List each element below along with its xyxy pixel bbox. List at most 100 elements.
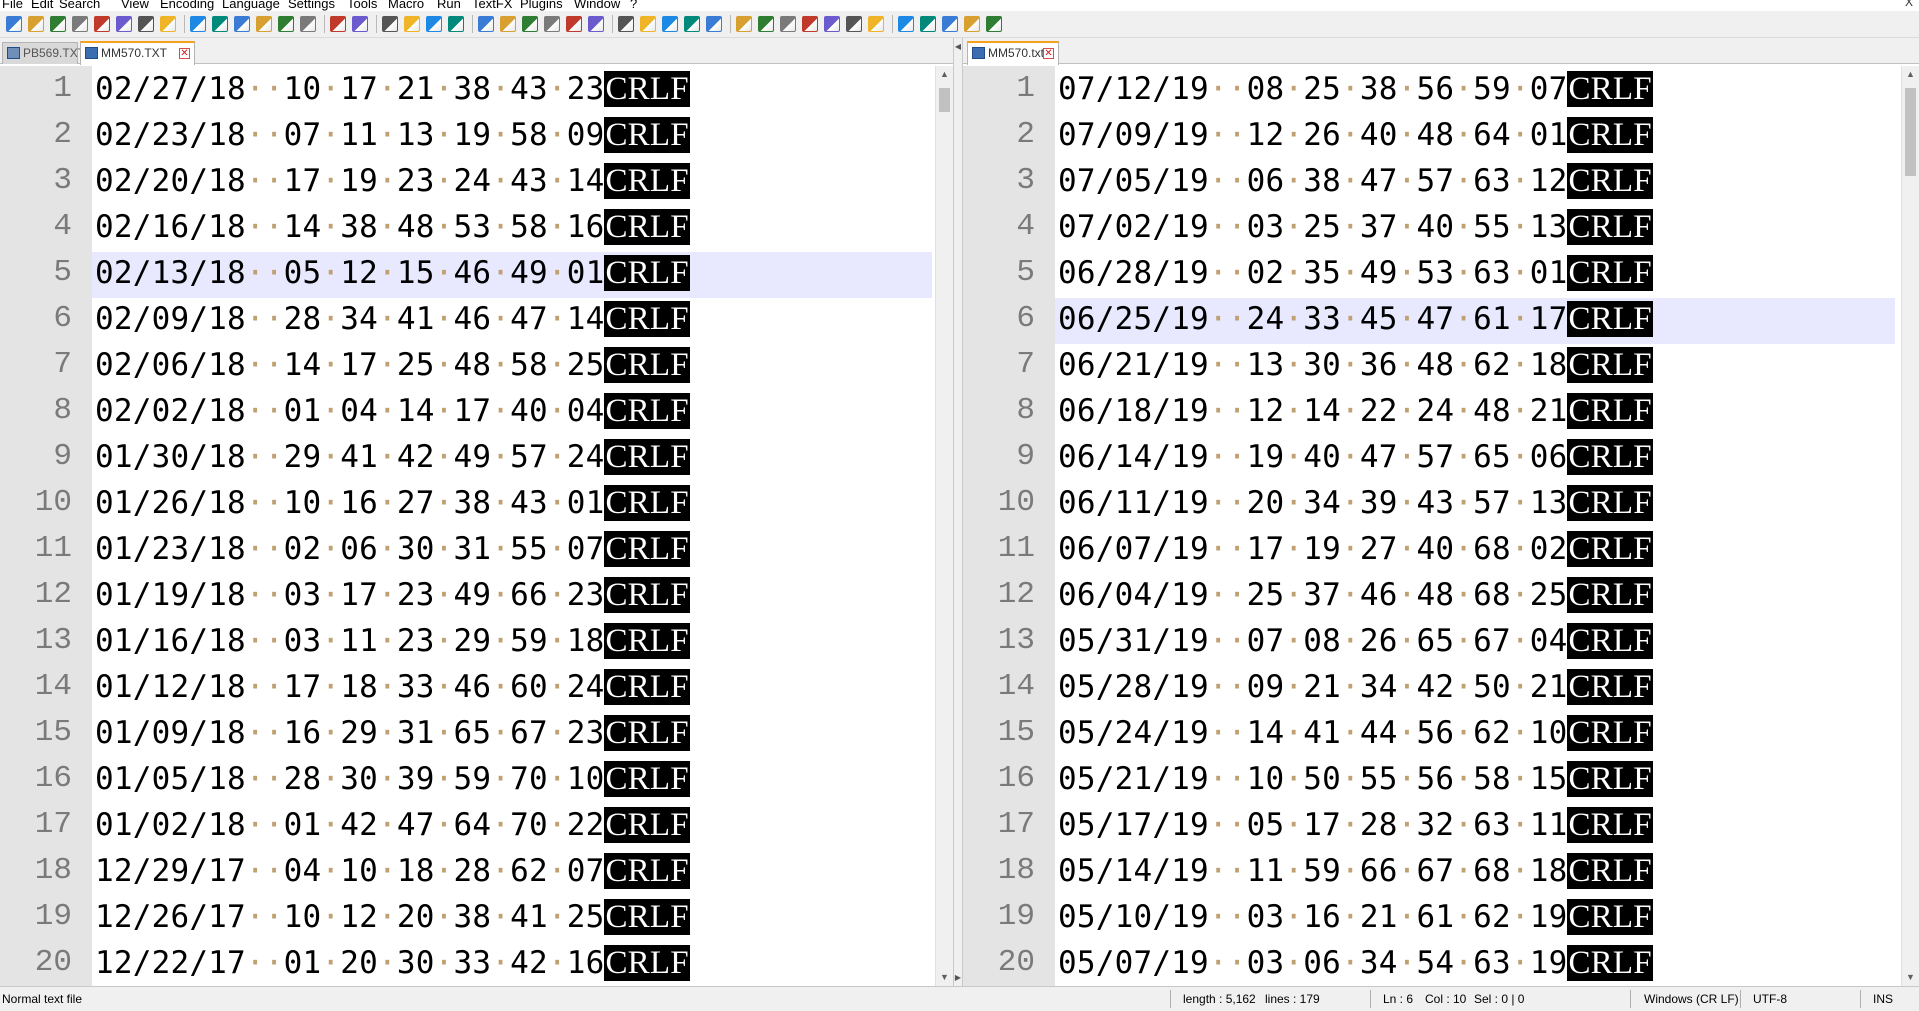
menu-item[interactable]: TextFX: [472, 0, 512, 10]
text-line[interactable]: 14 01/12/18··17·18·33·46·60·24CRLF: [0, 666, 953, 712]
zoom-out-icon[interactable]: [352, 16, 368, 32]
tab-mm570[interactable]: MM570.TXT ✕: [80, 41, 195, 65]
json-viewer-icon[interactable]: [942, 16, 958, 32]
text-line[interactable]: 18 05/14/19··11·59·66·67·68·18CRLF: [963, 850, 1919, 896]
scroll-down-arrow-icon[interactable]: ▼: [1902, 969, 1919, 986]
text-line[interactable]: 13 01/16/18··03·11·23·29·59·18CRLF: [0, 620, 953, 666]
status-encoding[interactable]: UTF-8: [1753, 987, 1787, 1011]
html-tag-icon[interactable]: [920, 16, 936, 32]
save-icon[interactable]: [50, 16, 66, 32]
text-line[interactable]: 9 06/14/19··19·40·47·57·65·06CRLF: [963, 436, 1919, 482]
text-line[interactable]: 10 01/26/18··10·16·27·38·43·01CRLF: [0, 482, 953, 528]
text-line[interactable]: 8 02/02/18··01·04·14·17·40·04CRLF: [0, 390, 953, 436]
left-text-area[interactable]: 1 02/27/18··10·17·21·38·43·23CRLF 2 02/23/1…: [0, 66, 953, 986]
menu-item[interactable]: Window: [574, 0, 620, 10]
text-line[interactable]: 3 02/20/18··17·19·23·24·43·14CRLF: [0, 160, 953, 206]
text-line[interactable]: 2 02/23/18··07·11·13·19·58·09CRLF: [0, 114, 953, 160]
redo-icon[interactable]: [256, 16, 272, 32]
text-line[interactable]: 11 06/07/19··17·19·27·40·68·02CRLF: [963, 528, 1919, 574]
menu-item[interactable]: File: [2, 0, 23, 10]
text-line[interactable]: 9 01/30/18··29·41·42·49·57·24CRLF: [0, 436, 953, 482]
save-all-icon[interactable]: [72, 16, 88, 32]
indent-guide-icon[interactable]: [478, 16, 494, 32]
open-file-icon[interactable]: [28, 16, 44, 32]
text-line[interactable]: 19 05/10/19··03·16·21·61·62·19CRLF: [963, 896, 1919, 942]
function-list-icon[interactable]: [544, 16, 560, 32]
right-vertical-scrollbar[interactable]: ▲ ▼: [1901, 66, 1919, 986]
text-line[interactable]: 7 02/06/18··14·17·25·48·58·25CRLF: [0, 344, 953, 390]
text-line[interactable]: 16 05/21/19··10·50·55·56·58·15CRLF: [963, 758, 1919, 804]
text-line[interactable]: 1 02/27/18··10·17·21·38·43·23CRLF: [0, 68, 953, 114]
close-tab-icon[interactable]: ✕: [1043, 48, 1054, 59]
pane-splitter[interactable]: ◀ ▶: [953, 38, 963, 986]
tab-pb569[interactable]: PB569.TXT: [2, 42, 85, 64]
menu-item[interactable]: Settings: [288, 0, 335, 10]
text-line[interactable]: 15 05/24/19··14·41·44·56·62·10CRLF: [963, 712, 1919, 758]
text-line[interactable]: 5 06/28/19··02·35·49·53·63·01CRLF: [963, 252, 1919, 298]
sync-horizontal-icon[interactable]: [404, 16, 420, 32]
replace-icon[interactable]: [300, 16, 316, 32]
close-all-icon[interactable]: [116, 16, 132, 32]
window-close-icon[interactable]: X: [1905, 0, 1913, 8]
show-all-chars-icon[interactable]: [448, 16, 464, 32]
menu-item[interactable]: Search: [59, 0, 100, 10]
text-line[interactable]: 11 01/23/18··02·06·30·31·55·07CRLF: [0, 528, 953, 574]
sync-vertical-icon[interactable]: [382, 16, 398, 32]
status-eol-format[interactable]: Windows (CR LF): [1644, 987, 1739, 1011]
scroll-up-arrow-icon[interactable]: ▲: [936, 66, 953, 83]
paste-icon[interactable]: [212, 16, 228, 32]
zoom-in-icon[interactable]: [330, 16, 346, 32]
text-line[interactable]: 4 07/02/19··03·25·37·40·55·13CRLF: [963, 206, 1919, 252]
run-macro-multiple-icon[interactable]: [684, 16, 700, 32]
scroll-thumb[interactable]: [939, 88, 950, 112]
text-line[interactable]: 2 07/09/19··12·26·40·48·64·01CRLF: [963, 114, 1919, 160]
menu-item[interactable]: Language: [222, 0, 280, 10]
text-line[interactable]: 1 07/12/19··08·25·38·56·59·07CRLF: [963, 68, 1919, 114]
save-macro-icon[interactable]: [706, 16, 722, 32]
text-line[interactable]: 16 01/05/18··28·30·39·59·70·10CRLF: [0, 758, 953, 804]
scroll-up-arrow-icon[interactable]: ▲: [1902, 66, 1919, 83]
text-line[interactable]: 18 12/29/17··04·10·18·28·62·07CRLF: [0, 850, 953, 896]
new-file-icon[interactable]: [6, 16, 22, 32]
plugin-2-icon[interactable]: [986, 16, 1002, 32]
text-line[interactable]: 10 06/11/19··20·34·39·43·57·13CRLF: [963, 482, 1919, 528]
undo-icon[interactable]: [234, 16, 250, 32]
copy-icon[interactable]: [190, 16, 206, 32]
text-line[interactable]: 5 02/13/18··05·12·15·46·49·01CRLF: [0, 252, 953, 298]
cut-icon[interactable]: [160, 16, 176, 32]
tab-mm570-right[interactable]: MM570.txt ✕: [967, 41, 1059, 65]
text-line[interactable]: 6 06/25/19··24·33·45·47·61·17CRLF: [963, 298, 1919, 344]
textfx-1-icon[interactable]: [736, 16, 752, 32]
text-line[interactable]: 3 07/05/19··06·38·47·57·63·12CRLF: [963, 160, 1919, 206]
text-line[interactable]: 17 05/17/19··05·17·28·32·63·11CRLF: [963, 804, 1919, 850]
status-ins-mode[interactable]: INS: [1873, 987, 1893, 1011]
menu-item[interactable]: Edit: [31, 0, 53, 10]
folder-workspace-icon[interactable]: [566, 16, 582, 32]
find-icon[interactable]: [278, 16, 294, 32]
word-wrap-icon[interactable]: [426, 16, 442, 32]
splitter-left-arrow-icon[interactable]: ◀: [954, 42, 962, 51]
menu-item[interactable]: ?: [630, 0, 637, 10]
text-line[interactable]: 20 12/22/17··01·20·30·33·42·16CRLF: [0, 942, 953, 986]
text-line[interactable]: 14 05/28/19··09·21·34·42·50·21CRLF: [963, 666, 1919, 712]
play-macro-icon[interactable]: [662, 16, 678, 32]
text-line[interactable]: 15 01/09/18··16·29·31·65·67·23CRLF: [0, 712, 953, 758]
left-vertical-scrollbar[interactable]: ▲ ▼: [935, 66, 953, 986]
menu-item[interactable]: Run: [437, 0, 461, 10]
textfx-3-icon[interactable]: [780, 16, 796, 32]
splitter-right-arrow-icon[interactable]: ▶: [954, 973, 962, 982]
monitoring-icon[interactable]: [588, 16, 604, 32]
right-text-area[interactable]: 1 07/12/19··08·25·38·56·59·07CRLF 2 07/09/1…: [963, 66, 1919, 986]
udl-icon[interactable]: [500, 16, 516, 32]
plugin-1-icon[interactable]: [964, 16, 980, 32]
text-line[interactable]: 12 01/19/18··03·17·23·49·66·23CRLF: [0, 574, 953, 620]
textfx-4-icon[interactable]: [802, 16, 818, 32]
record-macro-icon[interactable]: [618, 16, 634, 32]
textfx-7-icon[interactable]: [868, 16, 884, 32]
text-line[interactable]: 19 12/26/17··10·12·20·38·41·25CRLF: [0, 896, 953, 942]
print-icon[interactable]: [138, 16, 154, 32]
text-line[interactable]: 8 06/18/19··12·14·22·24·48·21CRLF: [963, 390, 1919, 436]
text-line[interactable]: 4 02/16/18··14·38·48·53·58·16CRLF: [0, 206, 953, 252]
stop-macro-icon[interactable]: [640, 16, 656, 32]
menu-item[interactable]: View: [121, 0, 149, 10]
